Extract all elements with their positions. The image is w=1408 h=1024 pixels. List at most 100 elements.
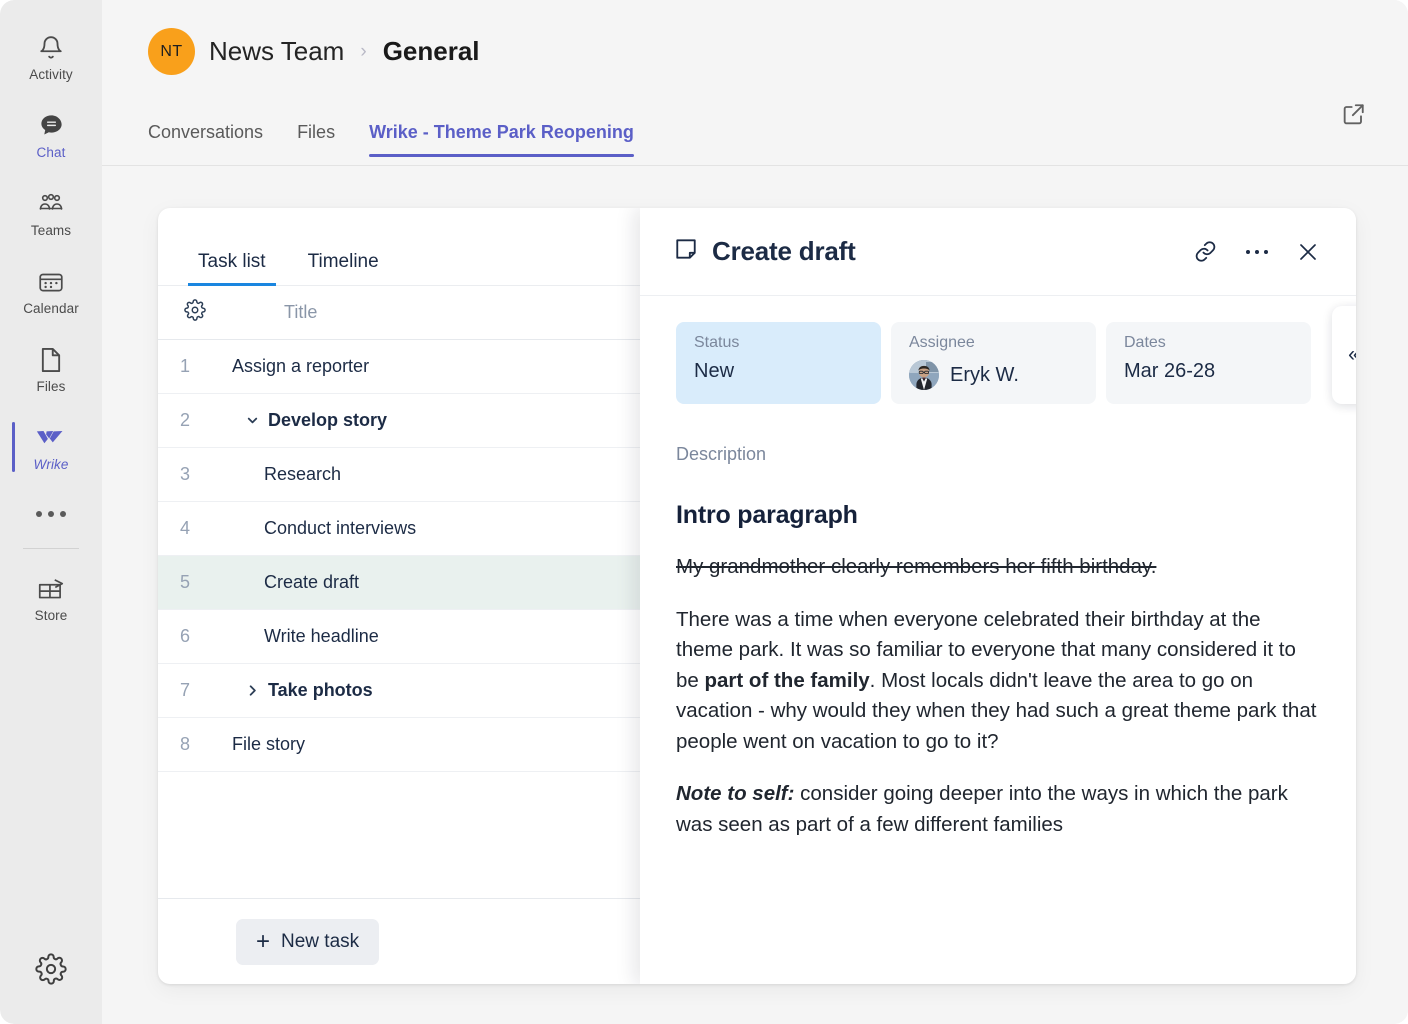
row-title-text: Take photos: [268, 680, 373, 701]
gear-icon: [184, 299, 206, 326]
row-index: 6: [158, 626, 232, 647]
row-title-text: Research: [264, 464, 341, 485]
channel-header: NT News Team › General Conversations Fil…: [102, 0, 1408, 166]
active-indicator: [12, 422, 15, 472]
row-title-text: Develop story: [268, 410, 387, 431]
breadcrumb-separator: ›: [360, 41, 366, 63]
status-field[interactable]: Status New: [676, 322, 881, 404]
row-title-text: Write headline: [264, 626, 379, 647]
chevron-right-icon[interactable]: [242, 683, 262, 698]
app-rail: Activity Chat Teams: [0, 0, 102, 1024]
description-note: Note to self: consider going deeper into…: [676, 779, 1320, 840]
main-area: NT News Team › General Conversations Fil…: [102, 0, 1408, 1024]
chat-icon: [36, 111, 66, 141]
collapse-panel-button[interactable]: «: [1332, 306, 1356, 404]
task-detail-body: Status New Assignee: [640, 296, 1356, 984]
channel-tabs: Conversations Files Wrike - Theme Park R…: [148, 99, 1408, 157]
wrike-icon: [36, 423, 66, 453]
assignee-label: Assignee: [909, 335, 1078, 351]
task-detail-panel: Create draft: [640, 208, 1356, 984]
sidebar-item-label: Calendar: [23, 302, 79, 316]
row-title-text: File story: [232, 734, 305, 755]
paragraph-bold-phrase: part of the family: [705, 669, 870, 692]
status-label: Status: [694, 335, 863, 351]
store-icon: [36, 574, 66, 604]
page-title: General: [383, 36, 480, 67]
close-icon[interactable]: [1296, 240, 1320, 264]
assignee-value-row: Eryk W.: [909, 360, 1078, 390]
sidebar-item-label: Activity: [29, 68, 73, 82]
status-value: New: [694, 360, 863, 382]
sidebar-item-teams[interactable]: Teams: [0, 174, 102, 252]
table-settings-button[interactable]: [158, 299, 232, 326]
gear-icon: [35, 953, 67, 990]
sidebar-item-files[interactable]: Files: [0, 330, 102, 408]
row-title-text: Create draft: [264, 572, 359, 593]
dates-label: Dates: [1124, 335, 1293, 351]
row-title-text: Conduct interviews: [264, 518, 416, 539]
teams-icon: [36, 189, 66, 219]
tab-files[interactable]: Files: [297, 123, 353, 157]
assignee-field[interactable]: Assignee: [891, 322, 1096, 404]
plus-icon: +: [256, 930, 270, 954]
row-index: 3: [158, 464, 232, 485]
task-detail-header: Create draft: [640, 208, 1356, 296]
more-horizontal-icon[interactable]: [0, 486, 102, 542]
description-label: Description: [676, 444, 1320, 465]
description-heading: Intro paragraph: [676, 501, 1320, 530]
sidebar-item-label: Chat: [37, 146, 66, 160]
new-task-label: New task: [281, 931, 359, 953]
bell-icon: [36, 33, 66, 63]
note-label: Note to self:: [676, 782, 794, 805]
row-index: 8: [158, 734, 232, 755]
row-index: 2: [158, 410, 232, 431]
assignee-name: Eryk W.: [950, 364, 1019, 386]
dates-value: Mar 26-28: [1124, 360, 1293, 382]
team-avatar: NT: [148, 28, 195, 75]
sidebar-item-label: Store: [35, 609, 68, 623]
tab-wrike-theme-park-reopening[interactable]: Wrike - Theme Park Reopening: [369, 123, 652, 157]
app-window: Activity Chat Teams: [0, 0, 1408, 1024]
sidebar-item-label: Teams: [31, 224, 71, 238]
project-card: Task list Timeline Share project Profile…: [158, 208, 1356, 984]
tab-timeline[interactable]: Timeline: [302, 252, 385, 285]
chevron-double-left-icon: «: [1348, 343, 1356, 367]
view-tabs: Task list Timeline: [192, 252, 415, 285]
open-external-icon: [1340, 115, 1368, 132]
files-icon: [36, 345, 66, 375]
new-task-button[interactable]: + New task: [236, 919, 379, 965]
chevron-down-icon[interactable]: [242, 413, 262, 428]
calendar-icon: [36, 267, 66, 297]
breadcrumb: NT News Team › General: [148, 0, 1408, 75]
settings-button[interactable]: [0, 953, 102, 990]
row-index: 1: [158, 356, 232, 377]
sidebar-item-wrike[interactable]: Wrike: [0, 408, 102, 486]
dates-field[interactable]: Dates Mar 26-28: [1106, 322, 1311, 404]
avatar: [909, 360, 939, 390]
task-note-icon: [674, 237, 698, 266]
row-index: 4: [158, 518, 232, 539]
content-area: Task list Timeline Share project Profile…: [102, 166, 1408, 1024]
tab-conversations[interactable]: Conversations: [148, 123, 281, 157]
sidebar-item-chat[interactable]: Chat: [0, 96, 102, 174]
sidebar-item-label: Files: [36, 380, 65, 394]
row-index: 7: [158, 680, 232, 701]
breadcrumb-team[interactable]: News Team: [209, 36, 344, 67]
task-detail-actions: [1193, 239, 1320, 264]
row-title-text: Assign a reporter: [232, 356, 369, 377]
row-index: 5: [158, 572, 232, 593]
task-detail-title: Create draft: [674, 236, 1193, 267]
sidebar-item-calendar[interactable]: Calendar: [0, 252, 102, 330]
task-field-chips: Status New Assignee: [676, 322, 1320, 404]
sidebar-item-store[interactable]: Store: [0, 559, 102, 637]
open-external-button[interactable]: [1340, 100, 1368, 128]
copy-link-icon[interactable]: [1193, 239, 1218, 264]
sidebar-item-label: Wrike: [34, 458, 69, 472]
task-detail-title-text: Create draft: [712, 236, 856, 267]
more-options-icon[interactable]: [1244, 247, 1270, 257]
rail-divider: [23, 548, 79, 549]
tab-task-list[interactable]: Task list: [192, 252, 272, 285]
description-struck-line: My grandmother clearly remembers her fif…: [676, 552, 1320, 583]
description-paragraph-1: There was a time when everyone celebrate…: [676, 605, 1320, 758]
sidebar-item-activity[interactable]: Activity: [0, 18, 102, 96]
